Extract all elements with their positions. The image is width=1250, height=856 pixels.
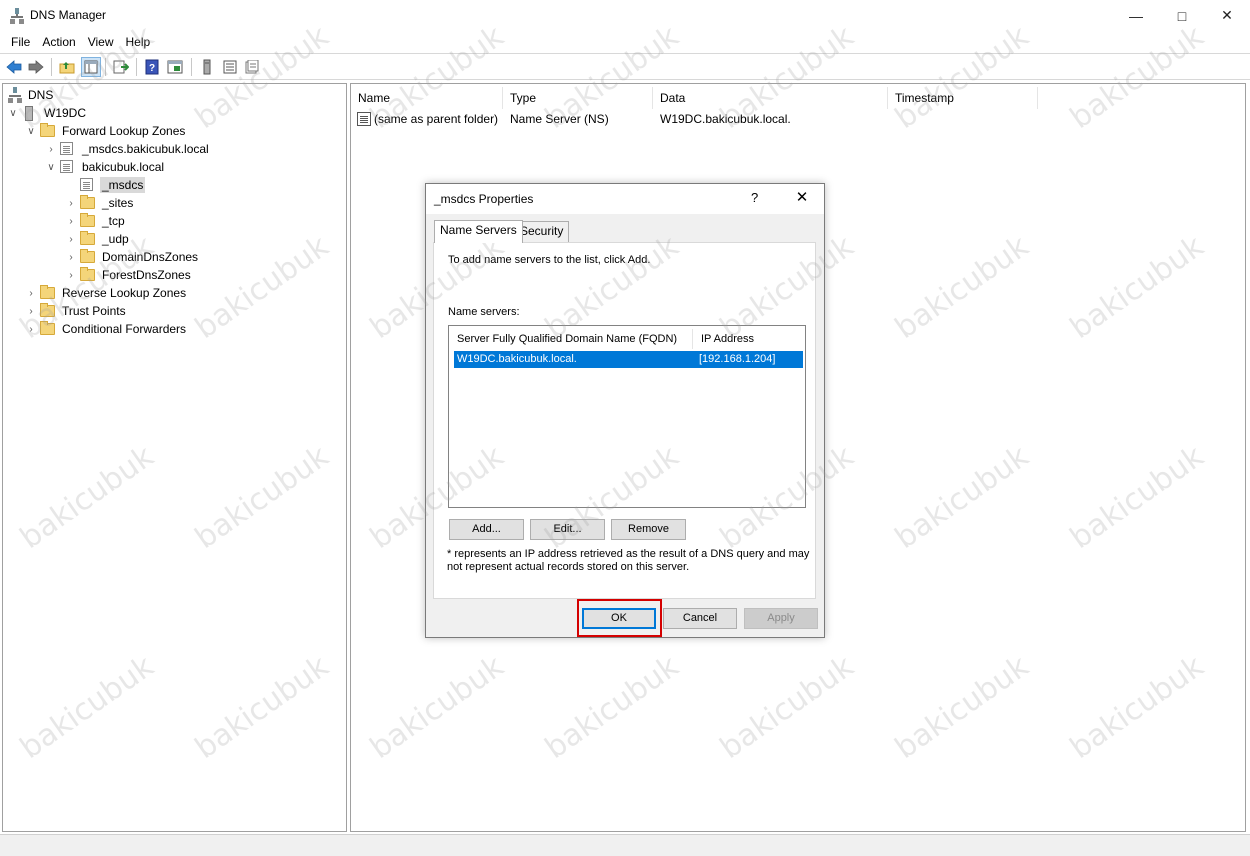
folder-icon: [80, 267, 96, 282]
cell-type: Name Server (NS): [510, 112, 609, 126]
menu-help[interactable]: Help: [120, 31, 157, 53]
dialog-title: _msdcs Properties: [434, 192, 534, 206]
column-header-type[interactable]: Type: [503, 87, 653, 109]
expand-icon[interactable]: ›: [25, 302, 37, 320]
expand-icon[interactable]: ›: [65, 230, 77, 248]
table-row[interactable]: (same as parent folder) Name Server (NS)…: [351, 110, 1245, 128]
close-icon[interactable]: ✕: [1204, 0, 1250, 31]
tree-node-domaindnszones[interactable]: › DomainDnsZones: [65, 248, 200, 266]
record-icon[interactable]: [242, 57, 262, 77]
record-icon: [357, 112, 371, 126]
tree-node-msdcs[interactable]: _msdcs: [77, 176, 146, 194]
folder-icon: [80, 195, 96, 210]
expand-icon[interactable]: ›: [65, 212, 77, 230]
expand-icon[interactable]: ›: [25, 320, 37, 338]
zone-icon: [80, 178, 96, 192]
title-bar: DNS Manager — □ ✕: [0, 0, 1250, 31]
column-header-timestamp[interactable]: Timestamp: [888, 87, 1038, 109]
remove-button[interactable]: Remove: [611, 519, 686, 540]
tree-node-msdcs-zone[interactable]: › _msdcs.bakicubuk.local: [45, 140, 211, 158]
folder-icon: [40, 123, 56, 138]
menu-view[interactable]: View: [82, 31, 120, 53]
close-icon[interactable]: ✕: [792, 188, 812, 206]
zone-icon: [60, 142, 76, 156]
export-list-icon[interactable]: [111, 57, 131, 77]
name-servers-list[interactable]: Server Fully Qualified Domain Name (FQDN…: [448, 325, 806, 508]
server-icon: [22, 106, 38, 121]
menu-file[interactable]: File: [5, 31, 36, 53]
collapse-icon[interactable]: ∨: [45, 158, 57, 176]
zone-icon: [60, 160, 76, 174]
tree-node-dns[interactable]: DNS: [5, 86, 55, 104]
expand-icon[interactable]: ›: [65, 266, 77, 284]
cancel-button[interactable]: Cancel: [663, 608, 737, 629]
folder-icon: [80, 249, 96, 264]
help-icon[interactable]: ?: [142, 57, 162, 77]
help-icon[interactable]: ?: [751, 190, 758, 205]
highlight-box: [577, 599, 662, 637]
cell-fqdn: W19DC.bakicubuk.local.: [457, 353, 577, 365]
collapse-icon[interactable]: ∨: [25, 122, 37, 140]
name-servers-label: Name servers:: [448, 306, 520, 318]
collapse-icon[interactable]: ∨: [7, 104, 19, 122]
expand-icon[interactable]: ›: [25, 284, 37, 302]
toolbar: ?: [0, 53, 1250, 80]
column-header-name[interactable]: Name: [351, 87, 503, 109]
tree-node-domain-zone[interactable]: ∨ bakicubuk.local: [45, 158, 166, 176]
properties-icon[interactable]: [165, 57, 185, 77]
apply-button[interactable]: Apply: [744, 608, 818, 629]
tab-panel-name-servers: To add name servers to the list, click A…: [433, 242, 816, 599]
back-icon[interactable]: [4, 57, 24, 77]
folder-icon: [40, 285, 56, 300]
note-text-line2: not represent actual records stored on t…: [447, 561, 690, 573]
svg-text:?: ?: [149, 63, 155, 74]
folder-icon: [80, 231, 96, 246]
properties-dialog: _msdcs Properties ? ✕ Name Servers Secur…: [425, 183, 825, 638]
dns-icon: [8, 87, 22, 103]
console-tree: DNS ∨ W19DC ∨ Forward Lookup Zones › _ms…: [2, 83, 347, 832]
maximize-icon[interactable]: □: [1159, 0, 1205, 31]
tree-node-sites[interactable]: › _sites: [65, 194, 135, 212]
expand-icon[interactable]: ›: [45, 140, 57, 158]
instruction-text: To add name servers to the list, click A…: [448, 254, 651, 266]
cell-data: W19DC.bakicubuk.local.: [660, 112, 791, 126]
tree-node-forward-lookup-zones[interactable]: ∨ Forward Lookup Zones: [25, 122, 187, 140]
tree-node-conditional-forwarders[interactable]: › Conditional Forwarders: [25, 320, 188, 338]
up-folder-icon[interactable]: [57, 57, 77, 77]
server-icon[interactable]: [197, 57, 217, 77]
list-header: Name Type Data Timestamp: [351, 87, 1245, 109]
list-icon[interactable]: [220, 57, 240, 77]
forward-icon[interactable]: [26, 57, 46, 77]
tree-node-forestdnszones[interactable]: › ForestDnsZones: [65, 266, 193, 284]
column-header-data[interactable]: Data: [653, 87, 888, 109]
cell-name: (same as parent folder): [374, 112, 499, 126]
tree-label-dns: DNS: [28, 88, 54, 102]
column-header-fqdn[interactable]: Server Fully Qualified Domain Name (FQDN…: [449, 329, 693, 349]
folder-icon: [40, 303, 56, 318]
note-text-line1: * represents an IP address retrieved as …: [447, 548, 810, 560]
column-header-ip[interactable]: IP Address: [693, 329, 805, 349]
menu-bar: File Action View Help: [0, 31, 1250, 53]
dns-manager-icon: [10, 8, 24, 24]
tab-name-servers[interactable]: Name Servers: [434, 220, 523, 243]
window-title: DNS Manager: [30, 8, 107, 22]
cell-ip: [192.168.1.204]: [699, 353, 776, 365]
tree-node-udp[interactable]: › _udp: [65, 230, 131, 248]
tree-node-trust-points[interactable]: › Trust Points: [25, 302, 128, 320]
edit-button[interactable]: Edit...: [530, 519, 605, 540]
expand-icon[interactable]: ›: [65, 248, 77, 266]
minimize-icon[interactable]: —: [1113, 0, 1159, 31]
menu-action[interactable]: Action: [36, 31, 81, 53]
status-bar: [0, 834, 1250, 856]
folder-icon: [40, 321, 56, 336]
folder-icon: [80, 213, 96, 228]
tree-node-reverse-lookup-zones[interactable]: › Reverse Lookup Zones: [25, 284, 188, 302]
add-button[interactable]: Add...: [449, 519, 524, 540]
expand-icon[interactable]: ›: [65, 194, 77, 212]
show-hide-tree-icon[interactable]: [81, 57, 101, 77]
tree-node-server[interactable]: ∨ W19DC: [7, 104, 88, 122]
tree-node-tcp[interactable]: › _tcp: [65, 212, 127, 230]
list-item[interactable]: W19DC.bakicubuk.local. [192.168.1.204]: [454, 351, 803, 368]
